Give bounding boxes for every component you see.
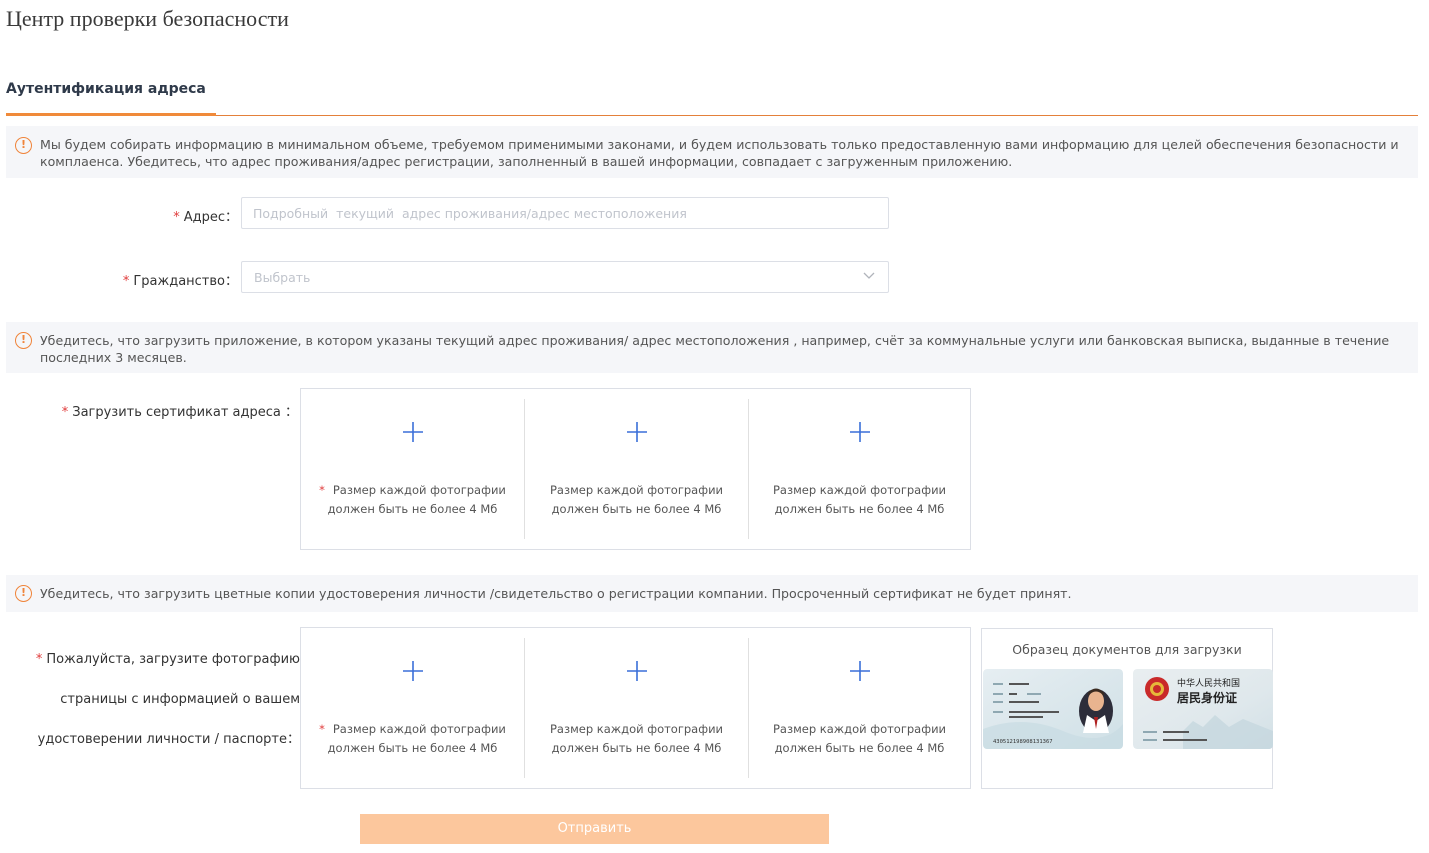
citizenship-select[interactable]: Выбрать [241,261,889,293]
plus-icon [402,422,423,442]
sample-card-title-line2: 居民身份证 [1177,690,1237,705]
required-mark: * [35,652,43,667]
id-document-label-line: страницы с информацией о вашем [60,692,300,707]
address-certificate-label-text: Загрузить сертификат адреса ： [72,405,298,420]
citizenship-label: * Гражданство： [123,270,238,289]
plus-icon [626,422,647,442]
upload-size-hint: * Размер каждой фотографии должен быть не… [309,720,516,758]
required-mark: * [173,210,180,225]
id-document-upload-slot[interactable]: Размер каждой фотографии должен быть не … [525,638,748,778]
tab-address-authentication[interactable]: Аутентификация адреса [6,78,216,116]
address-label-text: Адрес： [183,210,238,225]
sample-card-number: 430512198908131367 [993,739,1053,745]
chevron-down-icon [863,272,875,279]
sample-id-card-back: 中华人民共和国 居民身份证 [1133,669,1273,749]
address-certificate-upload-slot[interactable]: Размер каждой фотографии должен быть не … [525,399,748,539]
upload-size-hint: Размер каждой фотографии должен быть не … [549,722,724,755]
address-certificate-label: * Загрузить сертификат адреса ： [62,401,298,420]
id-copy-notice: ! Убедитесь, что загрузить цветные копии… [6,575,1418,612]
notice-text: Убедитесь, что загрузить приложение, в к… [40,333,1390,365]
upload-size-hint-text: Размер каждой фотографии должен быть не … [327,483,506,516]
sample-documents-panel: Образец документов для загрузки 43051219… [981,628,1273,789]
tab-bar: Аутентификация адреса [6,78,1418,116]
sample-documents-title: Образец документов для загрузки [1012,642,1242,657]
id-document-upload-group: * Размер каждой фотографии должен быть не… [300,627,971,789]
upload-size-hint-text: Размер каждой фотографии должен быть не … [327,722,506,755]
plus-icon [626,661,647,681]
citizenship-select-value: Выбрать [254,270,311,285]
address-proof-notice: ! Убедитесь, что загрузить приложение, в… [6,322,1418,373]
required-mark: * [122,274,130,289]
address-input[interactable] [241,197,889,229]
address-certificate-upload-slot[interactable]: Размер каждой фотографии должен быть не … [748,399,971,539]
address-label: * Адрес： [173,206,238,225]
citizenship-label-text: Гражданство： [133,274,238,289]
warning-icon: ! [15,585,32,602]
notice-text: Мы будем собирать информацию в минимальн… [40,137,1399,169]
plus-icon [849,422,870,442]
sample-card-title-line1: 中华人民共和国 [1177,677,1240,689]
notice-text: Убедитесь, что загрузить цветные копии у… [40,586,1072,601]
id-document-upload-slot[interactable]: * Размер каждой фотографии должен быть не… [301,638,524,778]
id-document-label: * Пожалуйста, загрузите фотографию страни… [36,640,300,760]
privacy-notice: ! Мы будем собирать информацию в минимал… [6,126,1418,178]
page-title: Центр проверки безопасности [6,6,289,31]
upload-size-hint: Размер каждой фотографии должен быть не … [549,483,724,516]
upload-size-hint: Размер каждой фотографии должен быть не … [772,722,947,755]
plus-icon [849,661,870,681]
upload-size-hint: * Размер каждой фотографии должен быть не… [309,481,516,519]
upload-size-hint: Размер каждой фотографии должен быть не … [772,483,947,516]
address-certificate-upload-group: * Размер каждой фотографии должен быть не… [300,388,971,550]
required-mark: * [319,483,325,497]
warning-icon: ! [15,332,32,349]
sample-id-card-front: 430512198908131367 [983,669,1123,749]
address-certificate-upload-slot[interactable]: * Размер каждой фотографии должен быть не… [301,399,524,539]
id-document-label-line: удостоверении личности / паспорте： [37,732,300,747]
id-document-label-line: Пожалуйста, загрузите фотографию [46,652,300,667]
plus-icon [402,661,423,681]
id-document-upload-slot[interactable]: Размер каждой фотографии должен быть не … [748,638,971,778]
required-mark: * [319,722,325,736]
required-mark: * [61,405,69,420]
submit-button[interactable]: Отправить [360,814,829,844]
warning-icon: ! [15,137,32,154]
